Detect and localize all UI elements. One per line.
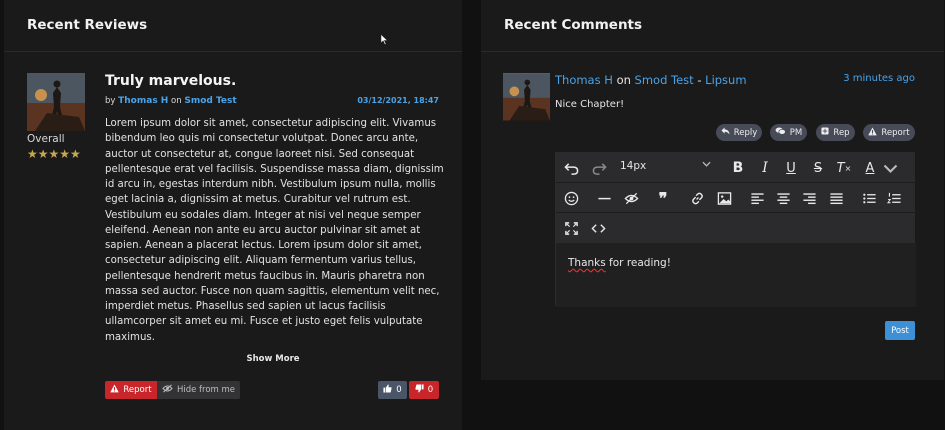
review-title: Truly marvelous. [105, 73, 237, 89]
text-color-chevron-icon[interactable] [879, 157, 901, 179]
comment-report-button[interactable]: Report [863, 124, 915, 141]
align-center-icon[interactable] [772, 187, 794, 209]
editor-toolbar-row-2: ❞ [556, 183, 916, 213]
recent-comments-header: Recent Comments [481, 0, 944, 52]
draft-text-rest: for reading! [605, 257, 671, 269]
source-code-icon[interactable] [587, 217, 609, 239]
numbered-list-icon[interactable] [883, 187, 905, 209]
bold-icon[interactable]: B [727, 157, 749, 179]
comment-avatar[interactable] [503, 73, 550, 121]
review-body: Lorem ipsum dolor sit amet, consectetur … [105, 118, 444, 343]
comment-editor: 14px B I U S T × A ❞ Thanks for reading! [555, 152, 916, 307]
hide-from-me-button[interactable]: Hide from me [157, 381, 240, 399]
reply-label: Reply [733, 127, 758, 138]
italic-icon[interactable]: I [754, 157, 776, 179]
upvote-button[interactable]: 0 [378, 381, 407, 399]
strikethrough-icon[interactable]: S [807, 157, 829, 179]
link-icon[interactable] [686, 187, 708, 209]
review-author-link[interactable]: Thomas H [118, 96, 168, 106]
recent-comments-panel: Recent Comments Thomas H on Smod Test - … [481, 0, 944, 380]
warning-icon [868, 126, 878, 139]
thumbs-down-icon [415, 384, 424, 396]
comments-icon [775, 127, 786, 138]
bullet-list-icon[interactable] [858, 187, 880, 209]
comment-on-label: on [616, 73, 631, 87]
review-report-button[interactable]: Report [105, 381, 157, 399]
thumbs-up-icon [383, 384, 392, 396]
comment-dash: - [697, 73, 702, 87]
editor-toolbar-row-1: 14px B I U S T × A [556, 153, 916, 183]
eye-slash-icon [162, 384, 173, 396]
comment-chapter-link[interactable]: Lipsum [705, 73, 746, 87]
review-series-link[interactable]: Smod Test [184, 96, 236, 106]
align-left-icon[interactable] [746, 187, 768, 209]
chevron-down-icon[interactable] [702, 159, 711, 170]
recent-reviews-panel: Recent Reviews Overall ★★★★★ Truly marve… [4, 0, 462, 430]
star-rating: ★★★★★ [27, 147, 81, 161]
show-more-button[interactable]: Show More [105, 354, 441, 364]
redo-icon[interactable] [588, 157, 610, 179]
comment-draft-text: Thanks for reading! [568, 257, 671, 269]
review-byline: by Thomas H on Smod Test [105, 96, 237, 106]
upvote-count: 0 [396, 385, 402, 395]
align-justify-icon[interactable] [825, 187, 847, 209]
comment-text-area[interactable]: Thanks for reading! [556, 243, 916, 307]
emoji-icon[interactable] [560, 187, 582, 209]
blockquote-icon[interactable]: ❞ [652, 187, 674, 209]
misspelled-word: Thanks [568, 257, 606, 269]
downvote-button[interactable]: 0 [409, 381, 439, 399]
image-icon[interactable] [713, 187, 735, 209]
report-label: Report [123, 385, 152, 395]
comment-heading: Thomas H on Smod Test - Lipsum [555, 73, 747, 87]
by-label: by [105, 96, 116, 106]
warning-icon [110, 384, 120, 396]
mouse-cursor-icon [380, 31, 389, 50]
recent-reviews-header: Recent Reviews [4, 0, 462, 52]
rep-button[interactable]: Rep [816, 124, 855, 141]
overall-rating-label: Overall [27, 133, 65, 145]
clear-formatting-icon[interactable]: T × [833, 157, 855, 179]
pm-label: PM [789, 127, 803, 138]
comment-author-link[interactable]: Thomas H [555, 73, 613, 87]
font-size-select[interactable]: 14px [620, 160, 646, 172]
review-date: 03/12/2021, 18:47 [357, 96, 439, 105]
comment-series-link[interactable]: Smod Test [635, 73, 694, 87]
comment-report-label: Report [881, 127, 910, 138]
undo-icon[interactable] [560, 157, 582, 179]
reply-button[interactable]: Reply [716, 124, 762, 141]
align-right-icon[interactable] [798, 187, 820, 209]
pm-button[interactable]: PM [770, 124, 807, 141]
spoiler-icon[interactable] [620, 187, 642, 209]
reply-icon [721, 127, 730, 138]
plus-square-icon [821, 127, 829, 138]
editor-toolbar-row-3 [556, 213, 916, 243]
text-color-icon[interactable]: A [859, 157, 881, 179]
horizontal-line-icon[interactable] [593, 187, 615, 209]
fullscreen-icon[interactable] [560, 217, 582, 239]
hide-label: Hide from me [176, 385, 236, 395]
comment-timestamp: 3 minutes ago [843, 73, 915, 84]
comment-text: Nice Chapter! [555, 99, 625, 110]
post-button[interactable]: Post [885, 321, 915, 340]
downvote-count: 0 [427, 385, 434, 395]
underline-icon[interactable]: U [780, 157, 802, 179]
rep-label: Rep [833, 127, 850, 138]
on-label: on [171, 96, 182, 106]
review-cover-thumbnail[interactable] [27, 73, 85, 131]
